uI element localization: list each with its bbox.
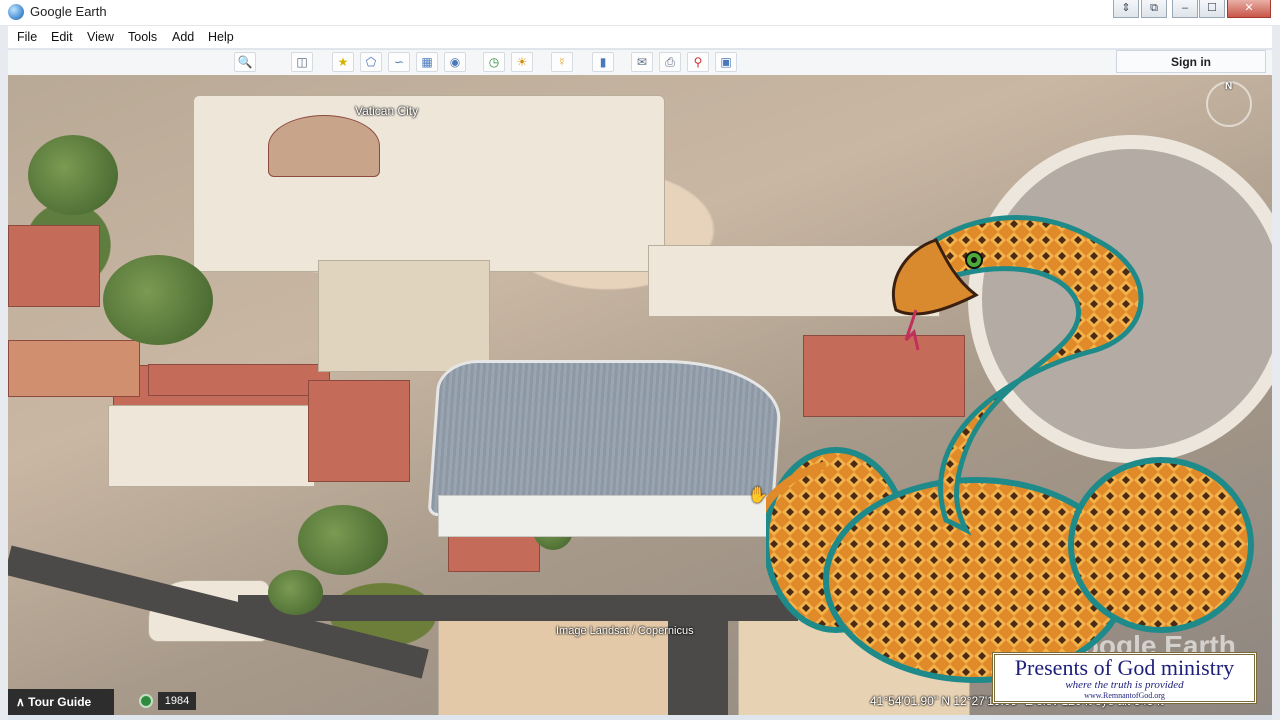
window-control-extra-1[interactable]: ⇕: [1113, 0, 1139, 18]
ministry-logo-title: Presents of God ministry: [1014, 655, 1235, 680]
view-in-maps-icon[interactable]: ⚲: [687, 52, 709, 72]
audience-hall-base: [438, 495, 785, 537]
audience-hall-roof: [427, 360, 785, 516]
window-right-border: [1272, 26, 1280, 720]
sunlight-icon[interactable]: ☀: [511, 52, 533, 72]
chevron-up-icon: ∧: [16, 695, 29, 709]
menu-file[interactable]: File: [17, 30, 37, 44]
trees-3: [28, 135, 118, 215]
place-label-vatican-city[interactable]: Vatican City: [355, 104, 418, 118]
sign-in-button[interactable]: Sign in: [1116, 50, 1266, 73]
close-button[interactable]: ✕: [1227, 0, 1271, 18]
title-bar: Google Earth ⇕ ⧉ – ☐ ✕: [0, 0, 1280, 26]
historical-imagery-icon[interactable]: ◷: [483, 52, 505, 72]
record-tour-icon[interactable]: ◉: [444, 52, 466, 72]
image-overlay-icon[interactable]: ▦: [416, 52, 438, 72]
menu-tools[interactable]: Tools: [128, 30, 157, 44]
imagery-year-badge: 1984: [158, 692, 196, 710]
red-roof-building-2: [148, 364, 330, 396]
ministry-logo-tagline: where the truth is provided: [1065, 679, 1184, 691]
basilica-dome: [268, 115, 380, 177]
street-3: [668, 595, 728, 715]
window-control-extra-2[interactable]: ⧉: [1141, 0, 1167, 18]
ministry-logo-url: www.RemnantofGod.org: [1084, 691, 1165, 700]
google-earth-app-icon: [8, 4, 24, 20]
email-icon[interactable]: ✉: [631, 52, 653, 72]
snake-illustration: [766, 215, 1254, 683]
toolbar: 🔍 ◫ ★ ⬠ ∽ ▦ ◉ ◷ ☀ ☿ ▮ ✉ ⎙ ⚲ ▣ Sign in: [8, 49, 1272, 76]
basilica-building: [193, 95, 665, 272]
window-left-border: [0, 26, 8, 720]
earth-3d-view[interactable]: Vatican City Image Landsat / Copernicus …: [8, 75, 1272, 715]
print-icon[interactable]: ⎙: [659, 52, 681, 72]
menu-help[interactable]: Help: [208, 30, 234, 44]
tour-guide-button[interactable]: ∧ Tour Guide: [8, 689, 114, 715]
planets-icon[interactable]: ☿: [551, 52, 573, 72]
trees-2: [268, 570, 323, 615]
building-1: [108, 405, 315, 487]
maximize-button[interactable]: ☐: [1199, 0, 1225, 18]
menu-add[interactable]: Add: [172, 30, 194, 44]
minimize-button[interactable]: –: [1172, 0, 1198, 18]
historical-imagery-clock-icon[interactable]: [139, 694, 153, 708]
red-roof-building-4: [8, 340, 140, 397]
menu-view[interactable]: View: [87, 30, 114, 44]
imagery-credit: Image Landsat / Copernicus: [556, 625, 694, 637]
save-image-icon[interactable]: ▣: [715, 52, 737, 72]
tour-guide-label: Tour Guide: [28, 695, 92, 709]
menu-bar: File Edit View Tools Add Help: [8, 26, 1272, 48]
red-roof-building-5: [308, 380, 410, 482]
path-icon[interactable]: ∽: [388, 52, 410, 72]
polygon-icon[interactable]: ⬠: [360, 52, 382, 72]
placemark-icon[interactable]: ★: [332, 52, 354, 72]
sidebar-icon[interactable]: ◫: [291, 52, 313, 72]
menu-edit[interactable]: Edit: [51, 30, 73, 44]
red-roof-building-3: [8, 225, 100, 307]
window-title: Google Earth: [30, 4, 107, 19]
search-icon[interactable]: 🔍: [234, 52, 256, 72]
building-2: [318, 260, 490, 372]
trees-1: [298, 505, 388, 575]
trees-4: [103, 255, 213, 345]
ministry-logo: Presents of God ministry where the truth…: [992, 652, 1257, 704]
hand-cursor-icon: ✋: [748, 487, 768, 504]
compass-north-label: N: [1225, 81, 1233, 92]
ruler-icon[interactable]: ▮: [592, 52, 614, 72]
